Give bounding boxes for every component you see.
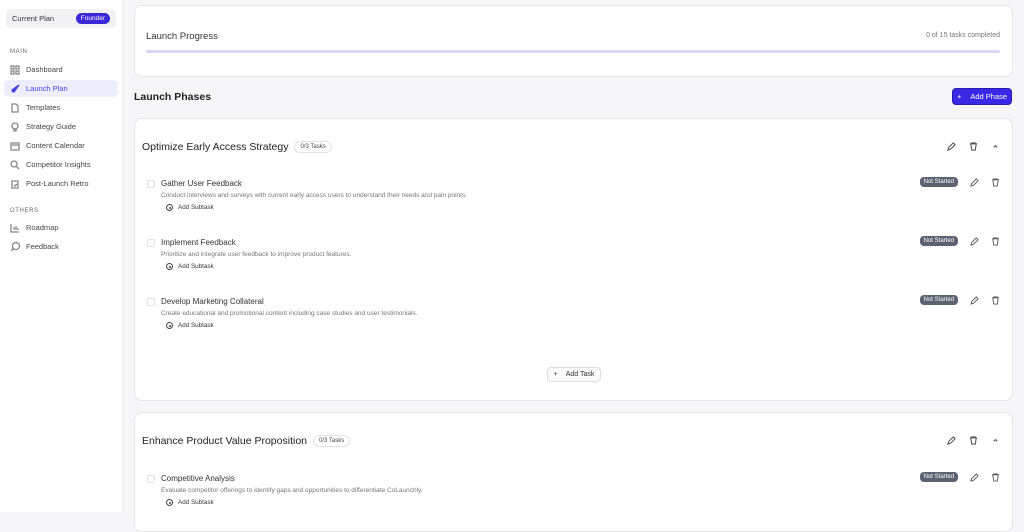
- search-icon: [10, 159, 20, 169]
- edit-icon[interactable]: [970, 295, 979, 305]
- task-title: Implement Feedback: [161, 238, 236, 247]
- launch-progress-card: Launch Progress 0 of 15 tasks completed: [134, 5, 1013, 77]
- add-task-label: Add Task: [565, 371, 595, 378]
- calendar-icon: [10, 141, 20, 151]
- sidebar-item-dashboard[interactable]: Dashboard: [4, 61, 118, 78]
- add-subtask-button[interactable]: Add Subtask: [166, 204, 214, 211]
- progress-bar: [146, 50, 1000, 53]
- task-item: Develop Marketing Collateral Create educ…: [147, 295, 1000, 337]
- section-others: OTHERS: [10, 208, 39, 214]
- phase-card: Enhance Product Value Proposition 0/3 Tas…: [134, 412, 1013, 532]
- sidebar-item-launch-plan[interactable]: Launch Plan: [4, 80, 118, 97]
- plus-circle-icon: [166, 204, 173, 211]
- trash-icon[interactable]: [991, 236, 1000, 246]
- task-description: Create educational and promotional conte…: [161, 310, 418, 317]
- nav-label: Templates: [26, 103, 61, 112]
- current-plan[interactable]: Current Plan Founder: [6, 9, 116, 28]
- add-subtask-button[interactable]: Add Subtask: [166, 263, 214, 270]
- task-description: Conduct interviews and surveys with curr…: [161, 192, 468, 199]
- sidebar-item-post-launch-retro[interactable]: Post-Launch Retro: [4, 175, 118, 192]
- task-title: Develop Marketing Collateral: [161, 297, 264, 306]
- sidebar-item-feedback[interactable]: Feedback: [4, 238, 118, 255]
- rocket-icon: [10, 83, 20, 93]
- plus-icon: +: [553, 371, 558, 378]
- task-description: Prioritize and integrate user feedback t…: [161, 251, 352, 258]
- add-task-button[interactable]: + Add Task: [547, 367, 601, 382]
- nav-label: Content Calendar: [26, 141, 85, 150]
- task-description: Evaluate competitor offerings to identif…: [161, 487, 423, 494]
- phase-title: Enhance Product Value Proposition: [142, 435, 307, 447]
- edit-icon[interactable]: [970, 177, 979, 187]
- task-title: Gather User Feedback: [161, 179, 242, 188]
- task-item: Competitive Analysis Evaluate competitor…: [147, 472, 1000, 514]
- trash-icon[interactable]: [969, 436, 978, 445]
- nav-label: Dashboard: [26, 65, 63, 74]
- task-checkbox[interactable]: [147, 475, 155, 483]
- section-main: MAIN: [10, 49, 28, 55]
- task-checkbox[interactable]: [147, 239, 155, 247]
- edit-icon[interactable]: [970, 472, 979, 482]
- nav-label: Competitor Insights: [26, 160, 91, 169]
- plus-circle-icon: [166, 322, 173, 329]
- status-badge: Not Started: [919, 177, 958, 187]
- add-subtask-label: Add Subtask: [178, 499, 214, 506]
- progress-count: 0 of 15 tasks completed: [926, 32, 1000, 39]
- plus-icon: +: [956, 92, 962, 101]
- sidebar-item-content-calendar[interactable]: Content Calendar: [4, 137, 118, 154]
- lightbulb-icon: [11, 121, 19, 132]
- trash-icon[interactable]: [969, 142, 978, 151]
- chart-icon: [10, 223, 19, 233]
- trash-icon[interactable]: [991, 472, 1000, 482]
- sidebar-item-competitor-insights[interactable]: Competitor Insights: [4, 156, 118, 173]
- task-checkbox[interactable]: [147, 180, 155, 188]
- add-phase-label: Add Phase: [970, 92, 1008, 101]
- task-title: Competitive Analysis: [161, 474, 235, 483]
- phase-card: Optimize Early Access Strategy 0/3 Tasks …: [134, 118, 1013, 401]
- file-icon: [11, 102, 19, 113]
- add-subtask-label: Add Subtask: [178, 263, 214, 270]
- edit-icon[interactable]: [947, 142, 956, 151]
- progress-title: Launch Progress: [146, 31, 218, 42]
- status-badge: Not Started: [919, 472, 958, 482]
- plus-circle-icon: [166, 263, 173, 270]
- nav-label: Roadmap: [26, 223, 59, 232]
- add-subtask-label: Add Subtask: [178, 204, 214, 211]
- plan-badge: Founder: [75, 13, 110, 24]
- nav-label: Feedback: [26, 242, 59, 251]
- status-badge: Not Started: [919, 236, 958, 246]
- phase-tasks-badge: 0/3 Tasks: [313, 435, 351, 447]
- nav-label: Launch Plan: [26, 84, 68, 93]
- grid-icon: [10, 64, 20, 75]
- trash-icon[interactable]: [991, 295, 1000, 305]
- edit-icon[interactable]: [970, 236, 979, 246]
- sidebar-item-roadmap[interactable]: Roadmap: [4, 219, 118, 236]
- task-checkbox[interactable]: [147, 298, 155, 306]
- nav-label: Strategy Guide: [26, 122, 77, 131]
- chevron-up-icon[interactable]: [991, 142, 1000, 151]
- task-item: Implement Feedback Prioritize and integr…: [147, 236, 1000, 278]
- chevron-up-icon[interactable]: [991, 436, 1000, 445]
- trash-icon[interactable]: [991, 177, 1000, 187]
- add-subtask-button[interactable]: Add Subtask: [166, 322, 214, 329]
- phase-tasks-badge: 0/3 Tasks: [294, 141, 332, 153]
- message-icon: [10, 241, 20, 251]
- plan-label: Current Plan: [12, 14, 55, 23]
- clipboard-icon: [11, 179, 19, 189]
- add-phase-button[interactable]: + Add Phase: [952, 88, 1012, 105]
- add-subtask-button[interactable]: Add Subtask: [166, 499, 214, 506]
- task-item: Gather User Feedback Conduct interviews …: [147, 177, 1000, 219]
- phase-title: Optimize Early Access Strategy: [142, 141, 289, 153]
- plus-circle-icon: [166, 499, 173, 506]
- sidebar: Current Plan Founder MAIN Dashboard Launc…: [0, 0, 123, 512]
- status-badge: Not Started: [919, 295, 958, 305]
- sidebar-item-strategy-guide[interactable]: Strategy Guide: [4, 118, 118, 135]
- phases-title: Launch Phases: [134, 91, 212, 103]
- edit-icon[interactable]: [947, 436, 956, 445]
- nav-label: Post-Launch Retro: [26, 179, 89, 188]
- sidebar-item-templates[interactable]: Templates: [4, 99, 118, 116]
- add-subtask-label: Add Subtask: [178, 322, 214, 329]
